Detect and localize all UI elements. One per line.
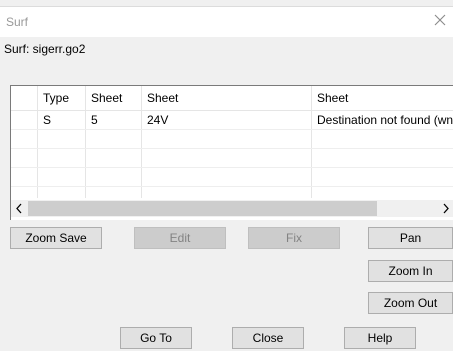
table-row-empty: [11, 130, 453, 149]
help-button[interactable]: Help: [344, 327, 416, 349]
chevron-left-icon[interactable]: [11, 200, 28, 217]
list-header: Type Sheet Sheet Sheet: [11, 86, 453, 111]
file-label: Surf: sigerr.go2: [4, 42, 86, 56]
column-header-sheet-1[interactable]: Sheet: [85, 86, 141, 110]
surf-dialog: Surf Surf: sigerr.go2 Type Sheet Sheet S…: [0, 6, 453, 351]
row-sheet: 5: [91, 113, 98, 127]
row-type: S: [43, 113, 52, 127]
title-bar[interactable]: Surf: [0, 7, 453, 37]
go-to-button[interactable]: Go To: [120, 327, 192, 349]
row-message: Destination not found (wne: [317, 113, 453, 127]
zoom-save-button[interactable]: Zoom Save: [10, 227, 102, 249]
edit-button[interactable]: Edit: [134, 227, 226, 249]
results-list[interactable]: Type Sheet Sheet Sheet S 5 24V Destinati…: [10, 85, 453, 220]
table-row-empty: [11, 168, 453, 187]
fix-button[interactable]: Fix: [248, 227, 340, 249]
pan-button[interactable]: Pan: [368, 227, 453, 249]
file-label-bar: Surf: sigerr.go2: [0, 37, 453, 61]
row-sheet-name: 24V: [147, 113, 169, 127]
column-header-type[interactable]: Type: [37, 86, 85, 110]
close-button[interactable]: Close: [232, 327, 304, 349]
horizontal-scrollbar[interactable]: [11, 200, 453, 217]
table-row[interactable]: S 5 24V Destination not found (wne: [11, 111, 453, 130]
column-header-sheet-3[interactable]: Sheet: [311, 86, 453, 110]
column-header-sheet-2[interactable]: Sheet: [141, 86, 311, 110]
table-row-empty: [11, 149, 453, 168]
window-title: Surf: [6, 15, 29, 29]
close-icon[interactable]: [431, 11, 449, 29]
chevron-right-icon[interactable]: [437, 200, 453, 217]
zoom-in-button[interactable]: Zoom In: [368, 260, 453, 282]
zoom-out-button[interactable]: Zoom Out: [368, 292, 453, 314]
scrollbar-thumb[interactable]: [28, 201, 377, 216]
